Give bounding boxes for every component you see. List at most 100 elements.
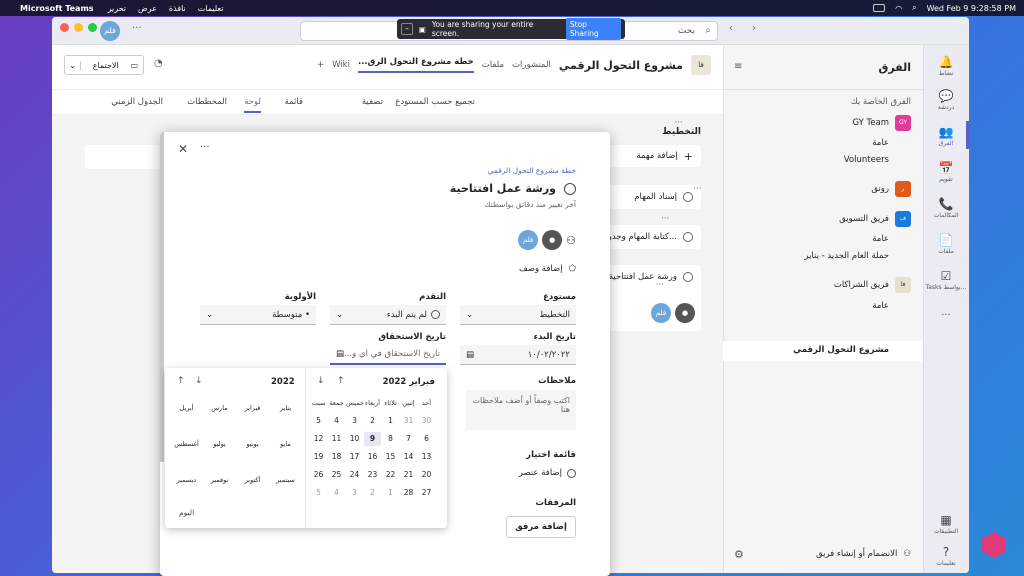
day-cell[interactable]: 14 (400, 450, 417, 464)
day-cell[interactable]: 2 (364, 414, 381, 428)
month-cell[interactable]: أكتوبر (236, 476, 269, 484)
nav-arrows[interactable]: ‹ › (729, 23, 764, 34)
assign-icon[interactable]: ⚇ (566, 234, 576, 247)
rail-help[interactable]: ? تعليمات (923, 545, 969, 567)
day-cell[interactable]: 23 (364, 468, 381, 482)
month-cell[interactable]: مايو (269, 440, 302, 448)
next-year-icon[interactable]: ↓ (195, 376, 203, 386)
day-cell[interactable]: 25 (328, 468, 345, 482)
rail-activity[interactable]: 🔔 نشاط (923, 55, 969, 77)
go-to-today-link[interactable]: اليوم (179, 508, 194, 517)
day-cell[interactable]: 26 (310, 468, 327, 482)
due-date-input[interactable]: تاريخ الاستحقاق في أي و... ▤ (330, 345, 446, 365)
complete-checkbox[interactable] (564, 182, 576, 195)
day-cell[interactable]: 17 (346, 450, 363, 464)
day-cell[interactable]: 31 (400, 414, 417, 428)
day-cell[interactable]: 12 (310, 432, 327, 446)
month-cell[interactable]: أغسطس (170, 440, 203, 448)
month-cell[interactable]: يونيو (236, 440, 269, 448)
day-cell[interactable]: 13 (418, 450, 435, 464)
month-cell[interactable]: نوفمبر (203, 476, 236, 484)
channel-item-selected[interactable]: مشروع التحول الرقمي (793, 345, 889, 355)
close-window-button[interactable] (60, 23, 69, 32)
minimize-banner-icon[interactable]: – (401, 23, 413, 35)
gear-icon[interactable]: ⚙ (734, 548, 744, 561)
task-title[interactable]: ورشة عمل افتتاحية (450, 182, 576, 195)
menu-view[interactable]: عرض (138, 4, 157, 13)
meet-button[interactable]: ⌄ الاجتماع ▭ (64, 55, 144, 75)
month-cell[interactable]: فبراير (236, 404, 269, 412)
view-list[interactable]: قائمة (285, 97, 304, 107)
minimize-window-button[interactable] (74, 23, 83, 32)
day-cell[interactable]: 27 (418, 486, 435, 500)
view-board[interactable]: لوحة (244, 97, 261, 113)
plan-name[interactable]: خطة مشروع التحول الرقمي (488, 166, 576, 175)
avatar[interactable]: فلم (518, 230, 539, 250)
rail-teams[interactable]: 👥 الفرق (923, 125, 969, 147)
more-icon[interactable]: ··· (661, 214, 669, 224)
bucket-select[interactable]: التخطيط ⌄ (460, 305, 576, 325)
month-cell[interactable]: يناير (269, 404, 302, 412)
complete-checkbox[interactable] (683, 192, 693, 202)
day-cell[interactable]: 2 (364, 486, 381, 500)
add-tab-icon[interactable]: + (317, 60, 324, 70)
menu-window[interactable]: نافذة (169, 4, 186, 13)
month-cell[interactable]: مارس (203, 404, 236, 412)
day-cell[interactable]: 28 (400, 486, 417, 500)
progress-select[interactable]: لم يتم البدء ⌄ (330, 305, 446, 325)
day-cell[interactable]: 24 (346, 468, 363, 482)
complete-checkbox[interactable] (683, 232, 693, 242)
day-cell[interactable]: 1 (382, 486, 399, 500)
profile-avatar[interactable]: فلم (100, 21, 120, 41)
month-cell[interactable]: يوليو (203, 440, 236, 448)
team-marketing[interactable]: ··· فريق التسويق ف (661, 211, 911, 227)
rail-chat[interactable]: 💬 دردشة (923, 89, 969, 111)
more-icon[interactable]: ··· (200, 142, 210, 153)
priority-select[interactable]: • متوسطة ⌄ (200, 305, 316, 325)
add-checklist-item[interactable]: إضافة عنصر (519, 468, 576, 478)
month-cell[interactable]: أبريل (170, 404, 203, 412)
day-cell[interactable]: 5 (310, 414, 327, 428)
more-icon[interactable]: ··· (674, 118, 682, 128)
task-title-text[interactable]: ورشة عمل افتتاحية (450, 182, 556, 195)
avatar[interactable]: ● (542, 230, 563, 250)
conversation-icon[interactable]: ◔ (154, 58, 163, 69)
tab-plan[interactable]: خطة مشروع التحول الرق... (357, 57, 474, 73)
channel-item[interactable]: عامة (872, 138, 889, 148)
day-cell[interactable]: 4 (328, 414, 345, 428)
more-icon[interactable]: ··· (656, 280, 664, 290)
day-cell[interactable]: 6 (418, 432, 435, 446)
rail-apps[interactable]: ▦ التطبيقات (923, 513, 969, 535)
notes-textarea[interactable]: اكتب وصفاً أو أضف ملاحظات هنا (466, 390, 576, 430)
chevron-down-icon[interactable]: ⌄ (65, 60, 81, 70)
tab-files[interactable]: ملفات (482, 60, 504, 70)
day-cell[interactable]: 4 (328, 486, 345, 500)
add-attachment-button[interactable]: إضافة مرفق (506, 516, 576, 538)
day-cell[interactable]: 8 (382, 432, 399, 446)
maximize-window-button[interactable] (88, 23, 97, 32)
year-title[interactable]: 2022 (271, 377, 295, 387)
close-icon[interactable]: ✕ (178, 142, 188, 156)
day-cell[interactable]: 7 (400, 432, 417, 446)
tab-wiki[interactable]: Wiki (332, 60, 350, 70)
menu-edit[interactable]: تحرير (108, 4, 126, 13)
start-date-input[interactable]: ١٠/٠٢/٢٠٢٢ ▤ (460, 345, 576, 365)
channel-item[interactable]: عامة (872, 301, 889, 311)
filter-button[interactable]: تصفية (362, 97, 383, 107)
day-cell[interactable]: 5 (310, 486, 327, 500)
day-cell[interactable]: 11 (328, 432, 345, 446)
rail-files[interactable]: 📄 ملفات (923, 233, 969, 255)
day-cell[interactable]: 3 (346, 486, 363, 500)
day-cell[interactable]: 20 (418, 468, 435, 482)
view-schedule[interactable]: الجدول الزمني (111, 97, 163, 107)
add-description-button[interactable]: إضافة وصف ⬠ (519, 264, 576, 274)
stop-sharing-button[interactable]: Stop Sharing (565, 18, 621, 40)
day-cell[interactable]: 1 (382, 414, 399, 428)
prev-month-icon[interactable]: ↑ (337, 376, 345, 386)
team-gy[interactable]: ··· GY Team GY (674, 115, 911, 131)
more-icon[interactable]: ··· (693, 184, 701, 194)
day-cell[interactable]: 30 (418, 414, 435, 428)
day-cell[interactable]: 10 (346, 432, 363, 446)
day-cell[interactable]: 21 (400, 468, 417, 482)
tab-posts[interactable]: المنشورات (512, 60, 551, 70)
